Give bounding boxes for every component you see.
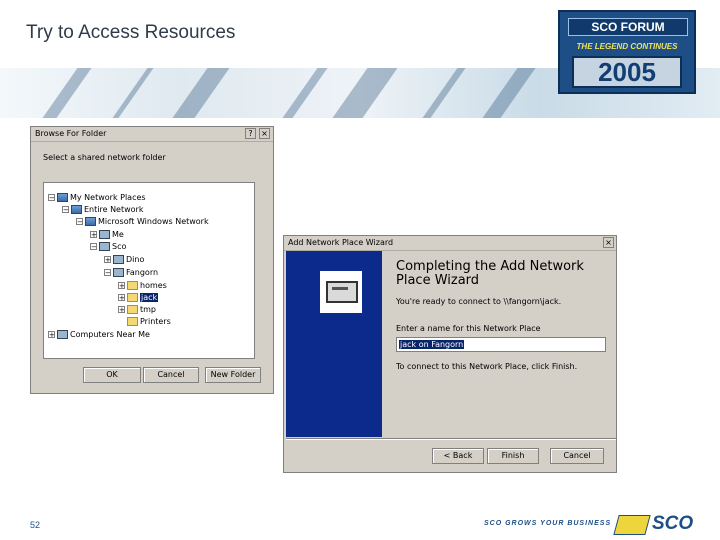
- tree-item-label: My Network Places: [70, 193, 146, 202]
- collapse-icon[interactable]: −: [48, 194, 55, 202]
- expand-icon[interactable]: +: [90, 231, 97, 239]
- shared-folder-icon: [127, 305, 138, 314]
- network-drive-icon: [320, 271, 362, 313]
- browse-prompt: Select a shared network folder: [43, 153, 166, 162]
- sco-logo: SCO: [613, 513, 714, 535]
- computers-near-me-icon: [57, 330, 68, 339]
- tree-item-fangorn[interactable]: − Fangorn: [104, 267, 158, 278]
- computer-icon: [113, 255, 124, 264]
- tree-item-label: Fangorn: [126, 268, 159, 277]
- expand-icon[interactable]: +: [48, 331, 55, 339]
- browse-title: Browse For Folder: [35, 129, 107, 138]
- tree-item-label: tmp: [140, 305, 157, 314]
- network-places-icon: [57, 193, 68, 202]
- tree-item-label: Dino: [126, 255, 145, 264]
- tree-item-tmp[interactable]: + tmp: [118, 304, 156, 315]
- slide-title: Try to Access Resources: [26, 22, 236, 43]
- place-name-value: jack on Fangorn: [399, 340, 465, 349]
- collapse-icon[interactable]: −: [76, 218, 83, 226]
- add-network-place-wizard: Add Network Place Wizard × Completing th…: [283, 235, 617, 473]
- help-button[interactable]: ?: [245, 128, 256, 139]
- expand-icon[interactable]: +: [118, 282, 125, 290]
- folder-tree[interactable]: − My Network Places − Entire Network − Micr…: [43, 182, 255, 359]
- wizard-divider: [286, 438, 616, 440]
- finish-button[interactable]: Finish: [487, 448, 539, 464]
- expand-icon[interactable]: +: [118, 294, 125, 302]
- shared-folder-icon: [127, 281, 138, 290]
- cancel-button[interactable]: Cancel: [550, 448, 604, 464]
- globe-icon: [71, 205, 82, 214]
- tree-item-printers[interactable]: Printers: [127, 316, 171, 327]
- cancel-button[interactable]: Cancel: [143, 367, 199, 383]
- tree-item-homes[interactable]: + homes: [118, 280, 167, 291]
- tree-item-entire-network[interactable]: − Entire Network: [62, 204, 143, 215]
- logo-forum-text: SCO FORUM: [568, 18, 688, 36]
- wizard-title: Add Network Place Wizard: [288, 238, 394, 247]
- page-number: 52: [30, 520, 41, 530]
- browse-titlebar: Browse For Folder ? ×: [31, 127, 273, 142]
- finish-hint: To connect to this Network Place, click …: [396, 362, 578, 371]
- collapse-icon[interactable]: −: [104, 269, 111, 277]
- printers-folder-icon: [127, 317, 138, 326]
- close-button[interactable]: ×: [259, 128, 270, 139]
- ok-button[interactable]: OK: [83, 367, 141, 383]
- tree-item-label: Entire Network: [84, 205, 144, 214]
- tree-item-label-selected: jack: [140, 293, 159, 302]
- workgroup-icon: [99, 230, 110, 239]
- tree-item-sco[interactable]: − Sco: [90, 241, 126, 252]
- sco-forum-logo: SCO FORUM THE LEGEND CONTINUES 2005: [558, 10, 696, 94]
- collapse-icon[interactable]: −: [90, 243, 97, 251]
- workgroup-icon: [99, 242, 110, 251]
- tree-item-label: Printers: [140, 317, 171, 326]
- collapse-icon[interactable]: −: [62, 206, 69, 214]
- tree-item-jack[interactable]: + jack: [118, 292, 159, 303]
- ready-text: You're ready to connect to \\fangorn\jac…: [396, 297, 562, 306]
- expand-icon[interactable]: +: [118, 306, 125, 314]
- place-name-input[interactable]: jack on Fangorn: [396, 337, 606, 352]
- sco-logo-text: SCO: [652, 513, 694, 534]
- new-folder-button[interactable]: New Folder: [205, 367, 261, 383]
- back-button[interactable]: < Back: [432, 448, 484, 464]
- tree-item-label: Microsoft Windows Network: [98, 217, 209, 226]
- tree-item-me[interactable]: + Me: [90, 229, 124, 240]
- wizard-titlebar: Add Network Place Wizard ×: [284, 236, 616, 251]
- tree-item-microsoft-windows-network[interactable]: − Microsoft Windows Network: [76, 216, 209, 227]
- tree-item-my-network-places[interactable]: − My Network Places: [48, 192, 146, 203]
- expand-icon[interactable]: +: [104, 256, 111, 264]
- close-button[interactable]: ×: [603, 237, 614, 248]
- logo-year: 2005: [572, 56, 682, 88]
- sco-logo-mark-icon: [613, 515, 651, 535]
- wizard-heading: Completing the Add Network Place Wizard: [396, 259, 584, 288]
- tree-item-label: Computers Near Me: [70, 330, 150, 339]
- shared-folder-icon: [127, 293, 138, 302]
- network-icon: [85, 217, 96, 226]
- wizard-side-panel: [286, 251, 382, 437]
- tree-item-label: homes: [140, 281, 167, 290]
- name-label: Enter a name for this Network Place: [396, 324, 541, 333]
- footer-tagline: SCO GROWS YOUR BUSINESS: [484, 520, 612, 527]
- computer-icon: [113, 268, 124, 277]
- tree-item-label: Me: [112, 230, 124, 239]
- tree-item-dino[interactable]: + Dino: [104, 254, 144, 265]
- browse-folder-dialog: Browse For Folder ? × Select a shared ne…: [30, 126, 274, 394]
- logo-tagline: THE LEGEND CONTINUES: [576, 42, 678, 51]
- tree-item-label: Sco: [112, 242, 127, 251]
- tree-item-computers-near-me[interactable]: + Computers Near Me: [48, 329, 150, 340]
